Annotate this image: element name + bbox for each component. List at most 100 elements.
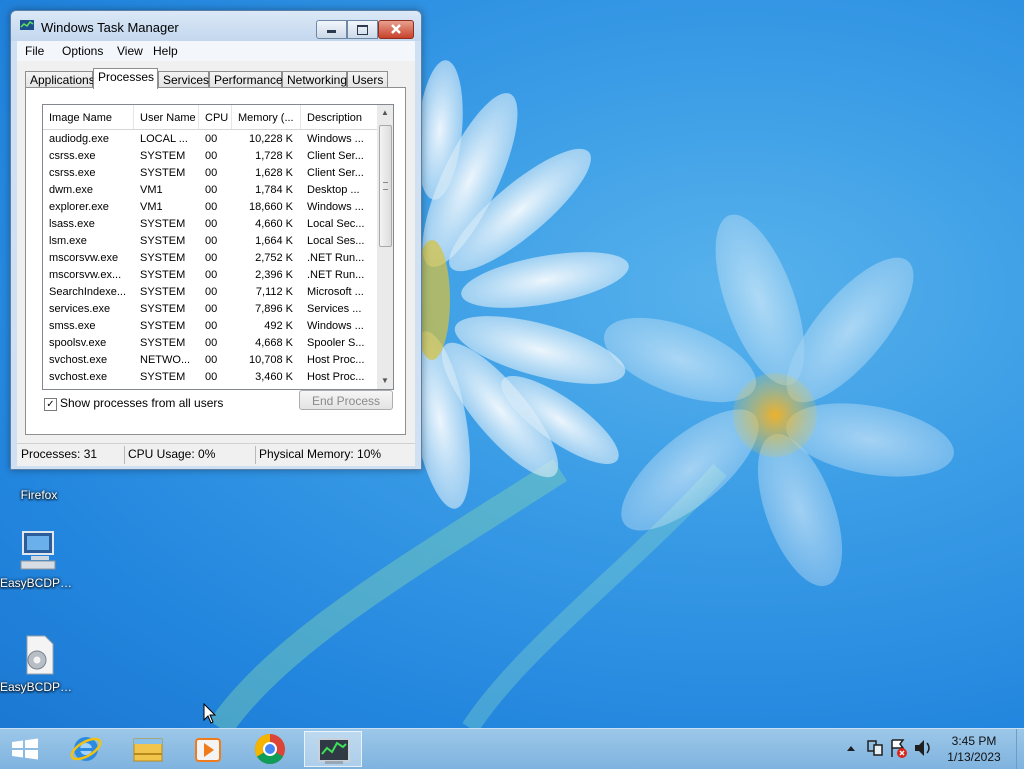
table-row[interactable]: audiodg.exe LOCAL ... 00 10,228 K Windows ..… <box>43 131 377 148</box>
taskbar-internet-explorer[interactable] <box>58 731 114 767</box>
maximize-button[interactable] <box>347 20 378 39</box>
table-row[interactable]: lsass.exe SYSTEM 00 4,660 K Local Sec... <box>43 216 377 233</box>
table-row[interactable]: svchost.exe SYSTEM 00 3,460 K Host Proc... <box>43 369 377 386</box>
tab-applications[interactable]: Applications <box>25 71 95 88</box>
vertical-scrollbar[interactable]: ▲ ▼ <box>377 105 393 389</box>
tab-users[interactable]: Users <box>347 71 388 88</box>
show-hidden-icons-icon[interactable] <box>847 746 855 751</box>
table-row[interactable]: lsm.exe SYSTEM 00 1,664 K Local Ses... <box>43 233 377 250</box>
media-player-icon <box>195 738 221 762</box>
cell-mem: 2,752 K <box>255 252 293 264</box>
taskbar-chrome[interactable] <box>242 731 298 767</box>
table-row[interactable]: csrss.exe SYSTEM 00 1,728 K Client Ser... <box>43 148 377 165</box>
clock-time: 3:45 PM <box>951 734 997 748</box>
network-icon[interactable] <box>867 740 883 756</box>
cell-user: SYSTEM <box>140 269 186 281</box>
table-row[interactable]: smss.exe SYSTEM 00 492 K Windows ... <box>43 318 377 335</box>
cell-mem: 1,784 K <box>255 184 293 196</box>
column-user-name[interactable]: User Name <box>134 105 199 129</box>
column-memory[interactable]: Memory (... <box>232 105 301 129</box>
cell-image: svchost.exe <box>49 354 108 366</box>
minimize-button[interactable] <box>316 20 347 39</box>
show-desktop-button[interactable] <box>1016 729 1024 769</box>
table-row[interactable]: SearchIndexe... SYSTEM 00 7,112 K Microsoft … <box>43 284 377 301</box>
tab-services[interactable]: Services <box>158 71 209 88</box>
cell-desc: Host Proc... <box>307 371 365 383</box>
cell-mem: 18,660 K <box>248 201 293 213</box>
cell-desc: Client Ser... <box>307 150 364 162</box>
cell-mem: 4,660 K <box>255 218 293 230</box>
cell-mem: 10,228 K <box>248 133 293 145</box>
cell-desc: Windows ... <box>307 201 364 213</box>
table-row[interactable]: dwm.exe VM1 00 1,784 K Desktop ... <box>43 182 377 199</box>
process-list[interactable]: ▲ Image Name User Name CPU Memory (... D… <box>42 104 394 390</box>
cell-image: spoolsv.exe <box>49 337 107 349</box>
cell-cpu: 00 <box>205 269 218 281</box>
show-all-processes-checkbox[interactable]: ✓ <box>44 398 57 411</box>
cell-user: SYSTEM <box>140 337 186 349</box>
title-bar[interactable]: Windows Task Manager <box>11 11 421 41</box>
start-button[interactable] <box>0 731 50 767</box>
menu-view[interactable]: View <box>117 44 143 58</box>
close-button[interactable] <box>378 20 414 39</box>
column-cpu[interactable]: CPU <box>199 105 232 129</box>
cell-cpu: 00 <box>205 303 218 315</box>
taskbar-clock[interactable]: 3:45 PM 1/13/2023 <box>934 733 1014 765</box>
status-cpu-usage: CPU Usage: 0% <box>128 447 216 461</box>
end-process-button[interactable]: End Process <box>299 390 393 410</box>
task-manager-window: Windows Task Manager File Options View H… <box>10 10 422 470</box>
tab-processes[interactable]: Processes <box>93 68 158 89</box>
cell-desc: Services ... <box>307 303 362 315</box>
cell-image: svchost.exe <box>49 371 108 383</box>
cell-cpu: 00 <box>205 286 218 298</box>
table-row[interactable]: mscorsvw.ex... SYSTEM 00 2,396 K .NET Run... <box>43 267 377 284</box>
cell-user: SYSTEM <box>140 235 186 247</box>
menu-help[interactable]: Help <box>153 44 178 58</box>
tab-performance[interactable]: Performance <box>209 71 283 88</box>
column-description[interactable]: Description <box>301 105 377 129</box>
cell-mem: 7,896 K <box>255 303 293 315</box>
cell-image: dwm.exe <box>49 184 94 196</box>
table-row[interactable]: mscorsvw.exe SYSTEM 00 2,752 K .NET Run... <box>43 250 377 267</box>
menu-options[interactable]: Options <box>62 44 103 58</box>
cell-image: mscorsvw.exe <box>49 252 119 264</box>
status-processes: Processes: 31 <box>21 447 98 461</box>
taskbar-file-explorer[interactable] <box>120 731 176 767</box>
cell-desc: Host Proc... <box>307 354 365 366</box>
table-row[interactable]: csrss.exe SYSTEM 00 1,628 K Client Ser... <box>43 165 377 182</box>
chrome-icon <box>254 734 285 765</box>
cell-mem: 1,628 K <box>255 167 293 179</box>
desktop-icon-easybcd-2[interactable]: EasyBCDPor... <box>0 632 78 694</box>
cell-user: SYSTEM <box>140 252 186 264</box>
minimize-icon <box>327 30 336 33</box>
tab-networking[interactable]: Networking <box>282 71 347 88</box>
task-manager-icon <box>318 738 350 764</box>
clock-date: 1/13/2023 <box>947 750 1001 764</box>
cell-cpu: 00 <box>205 218 218 230</box>
cell-image: csrss.exe <box>49 150 96 162</box>
menu-file[interactable]: File <box>25 44 44 58</box>
cell-desc: .NET Run... <box>307 269 365 281</box>
taskbar-task-manager[interactable] <box>304 731 362 767</box>
cell-desc: Local Ses... <box>307 235 365 247</box>
table-row[interactable]: spoolsv.exe SYSTEM 00 4,668 K Spooler S... <box>43 335 377 352</box>
scroll-down-icon[interactable]: ▼ <box>377 373 393 389</box>
table-row[interactable]: services.exe SYSTEM 00 7,896 K Services ... <box>43 301 377 318</box>
taskbar-media-player[interactable] <box>180 731 236 767</box>
action-center-icon[interactable] <box>891 739 907 758</box>
cell-desc: Local Sec... <box>307 218 365 230</box>
scroll-thumb[interactable] <box>379 125 392 247</box>
status-divider <box>255 446 256 464</box>
cell-user: SYSTEM <box>140 150 186 162</box>
cell-image: csrss.exe <box>49 167 96 179</box>
scroll-up-icon[interactable]: ▲ <box>377 105 393 121</box>
volume-icon[interactable] <box>915 740 930 756</box>
cell-user: LOCAL ... <box>140 133 188 145</box>
desktop-icon-label: Firefox <box>20 488 58 502</box>
table-row[interactable]: explorer.exe VM1 00 18,660 K Windows ... <box>43 199 377 216</box>
cell-mem: 1,728 K <box>255 150 293 162</box>
desktop-icon-easybcd-1[interactable]: EasyBCDPor... <box>0 528 78 590</box>
column-image-name[interactable]: ▲ Image Name <box>43 105 134 129</box>
cell-user: SYSTEM <box>140 218 186 230</box>
table-row[interactable]: svchost.exe NETWO... 00 10,708 K Host Proc..… <box>43 352 377 369</box>
